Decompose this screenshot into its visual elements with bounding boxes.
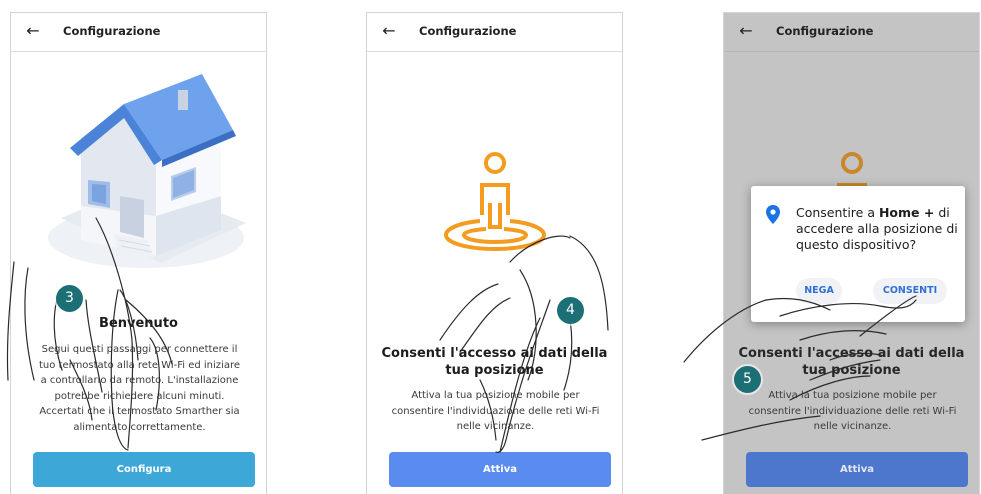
description-line: alimentato correttamente. <box>73 421 206 433</box>
description-line: consentire l'individuazione delle reti W… <box>391 405 600 417</box>
house-illustration <box>48 74 246 268</box>
consenti-button[interactable]: CONSENTI <box>873 278 947 304</box>
step-badge-3: 3 <box>56 285 83 312</box>
heading-line: Consenti l'accesso ai dati della <box>738 346 965 361</box>
description-line: a controllarlo da remoto. L'installazion… <box>40 375 239 386</box>
location-description: Attiva la tua posizione mobile per conse… <box>728 388 977 435</box>
heading-line: tua posizione <box>802 363 901 378</box>
location-pin-icon <box>766 205 780 224</box>
attiva-button[interactable]: Attiva <box>389 452 611 487</box>
dialog-message: Consentire a Home + di accedere alla pos… <box>796 205 958 253</box>
description-line: Accertati che il termostato Smarther sia <box>39 406 240 417</box>
page-title: Configurazione <box>419 24 517 38</box>
page-title: Configurazione <box>63 24 161 38</box>
arrow-back-icon[interactable]: ← <box>380 22 398 40</box>
description-line: nelle vicinanze. <box>456 421 535 432</box>
step-badge-4: 4 <box>557 297 584 324</box>
location-permission-dialog: Consentire a Home + di accedere alla pos… <box>751 186 965 322</box>
arrow-back-icon[interactable]: ← <box>24 22 42 40</box>
arrow-back-icon[interactable]: ← <box>737 22 755 40</box>
description-line: Attiva la tua posizione mobile per <box>768 390 937 401</box>
dialog-app-name: Home + <box>878 205 935 220</box>
description-line: nelle vicinanze. <box>813 421 892 432</box>
step-badge-5: 5 <box>734 366 761 393</box>
app-bar: ← Configurazione <box>724 13 979 52</box>
location-heading: Consenti l'accesso ai dati della tua pos… <box>367 345 622 379</box>
description-line: Segui questi passaggi per connettere il <box>41 344 238 355</box>
dialog-text-prefix: Consentire a <box>796 205 879 220</box>
page-title: Configurazione <box>776 24 874 38</box>
description-line: consentire l'individuazione delle reti W… <box>748 405 957 417</box>
description-line: tuo termostato alla rete Wi-Fi ed inizia… <box>39 359 240 371</box>
setup-screen-location: ← Configurazione Consenti l'accesso ai d… <box>366 12 623 494</box>
app-bar: ← Configurazione <box>11 13 266 52</box>
welcome-description: Segui questi passaggi per connettere il … <box>19 342 260 435</box>
heading-line: tua posizione <box>445 363 544 378</box>
heading-line: Consenti l'accesso ai dati della <box>381 346 608 361</box>
description-line: Attiva la tua posizione mobile per <box>411 390 580 401</box>
location-heading: Consenti l'accesso ai dati della tua pos… <box>724 345 979 379</box>
configura-button[interactable]: Configura <box>33 452 255 487</box>
person-location-icon <box>443 152 547 251</box>
welcome-heading: Benvenuto <box>99 316 178 331</box>
location-description: Attiva la tua posizione mobile per conse… <box>371 388 620 435</box>
setup-screen-welcome: ← Configurazione Benvenuto Segui questi … <box>10 12 267 494</box>
nega-button[interactable]: NEGA <box>796 278 842 304</box>
description-line: potrebbe richiedere alcuni minuti. <box>54 390 225 402</box>
attiva-button: Attiva <box>746 452 968 487</box>
app-bar: ← Configurazione <box>367 13 622 52</box>
